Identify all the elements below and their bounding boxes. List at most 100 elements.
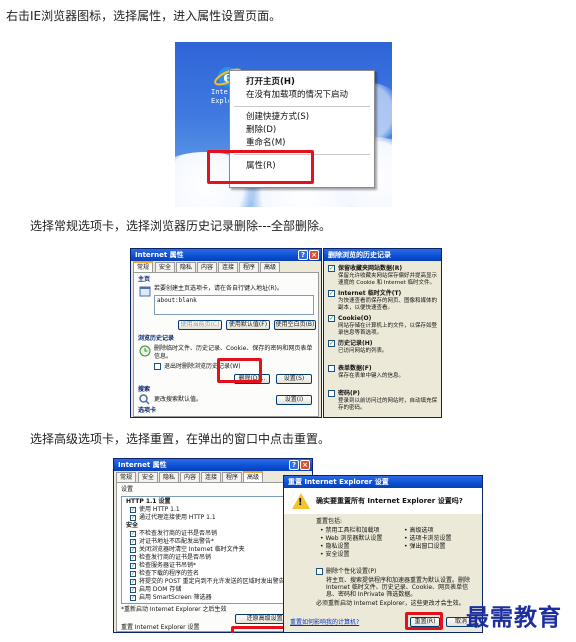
tree-option-checkbox[interactable]: ✓ xyxy=(130,539,136,545)
delete-dialog-title-bar: 删除浏览的历史记录 xyxy=(324,249,441,261)
tab-connections[interactable]: 连接 xyxy=(201,472,222,482)
menu-item-start-without-addons[interactable]: 在没有加载项的情况下启动 xyxy=(246,90,348,101)
tab-general[interactable]: 常规 xyxy=(116,472,137,482)
advanced-settings-tree[interactable]: HTTP 1.1 设置 ✓ 使用 HTTP 1.1 ✓ 通过代理连接使用 HTTP 1.… xyxy=(121,496,305,604)
tree-option-checkbox[interactable]: ✓ xyxy=(130,595,136,601)
tab-privacy[interactable]: 隐私 xyxy=(176,262,197,272)
tree-option-label: 检查下载的程序的签名 xyxy=(139,570,200,577)
delete-option-description: 网站存储在计算机上的文件，以保存如登录信息等首选项。 xyxy=(338,323,438,336)
tree-option-checkbox[interactable]: ✓ xyxy=(130,563,136,569)
search-group-label: 搜索 xyxy=(138,386,151,393)
delete-option-checkbox[interactable]: ✓ xyxy=(328,340,335,347)
reset-list-item: • Web 浏览器默认设置 xyxy=(320,535,383,542)
highlight-delete-button xyxy=(217,358,262,383)
delete-option-description: 为快速查看而保存的网页、图像和媒体的副本，以便快速查看。 xyxy=(338,298,438,311)
instruction-3: 选择高级选项卡，选择重置，在弹出的窗口中点击重置。 xyxy=(30,432,331,446)
delete-personal-description: 将主页、搜索提供程序和加速器重置为默认设置。删除 Internet 临时文件、历… xyxy=(326,577,471,598)
use-current-button[interactable]: 使用当前页(C) xyxy=(178,320,222,330)
delete-option-checkbox[interactable]: ✓ xyxy=(328,315,335,322)
highlight-properties xyxy=(207,150,314,184)
tab-programs[interactable]: 程序 xyxy=(239,262,260,272)
delete-personal-checkbox[interactable] xyxy=(316,568,323,575)
tree-option-label: 检查服务器证书吊销* xyxy=(139,562,197,569)
tree-option-label: 检查发行商的证书是否吊销 xyxy=(139,554,212,561)
history-settings-button[interactable]: 设置(S) xyxy=(276,374,312,384)
reset-list-item: • 禁用工具栏和加载项 xyxy=(320,527,380,534)
tab-content[interactable]: 内容 xyxy=(197,262,218,272)
reset-list-item: • 选项卡浏览设置 xyxy=(404,535,452,542)
delete-history-dialog: 删除浏览的历史记录 ✓ 保留收藏夹网站数据(R) 保留允许收藏夹网站保存偏好并提高显… xyxy=(323,248,442,418)
homepage-group-label: 主页 xyxy=(138,276,151,283)
delete-on-exit-checkbox[interactable] xyxy=(154,363,161,370)
delete-option-title: Cookie(O) xyxy=(338,315,372,322)
delete-option-title: 保留收藏夹网站数据(R) xyxy=(338,265,403,272)
close-icon[interactable]: × xyxy=(309,250,319,260)
tree-option-checkbox[interactable]: ✓ xyxy=(130,555,136,561)
reset-help-link[interactable]: 重置如何影响我的计算机? xyxy=(290,619,359,627)
use-default-button[interactable]: 使用默认值(F) xyxy=(226,320,270,330)
homepage-address-value: about:blank xyxy=(157,297,197,304)
delete-option-checkbox[interactable]: ✓ xyxy=(328,290,335,297)
delete-option-description: 保留允许收藏夹网站保存偏好并提高显示速度的 Cookie 和 Internet … xyxy=(338,273,438,286)
internet-options-dialog: Internet 属性 ? × 常规 安全 隐私 内容 连接 程序 高级 主页 … xyxy=(130,248,322,418)
tab-security[interactable]: 安全 xyxy=(138,472,159,482)
general-tab-screenshot: Internet 属性 ? × 常规 安全 隐私 内容 连接 程序 高级 主页 … xyxy=(130,248,442,418)
tab-advanced[interactable]: 高级 xyxy=(260,262,281,272)
reset-list-item: • 隐私设置 xyxy=(320,543,350,550)
history-icon xyxy=(139,345,151,357)
tree-option-checkbox[interactable]: ✓ xyxy=(130,547,136,553)
tree-option-label: 不检查发行商的证书是否吊销 xyxy=(139,530,218,537)
tab-content[interactable]: 内容 xyxy=(180,472,201,482)
tree-option-label: 对证书地址不匹配发出警告* xyxy=(139,538,215,545)
search-icon xyxy=(139,394,150,405)
menu-separator xyxy=(234,106,370,107)
tabs-group-label: 选项卡 xyxy=(138,407,157,414)
tab-advanced[interactable]: 高级 xyxy=(243,471,264,482)
delete-option-checkbox[interactable] xyxy=(328,365,335,372)
general-tab-panel: 主页 若要创建主页选项卡，请在各自行键入地址(R)。 about:blank 使… xyxy=(133,272,319,417)
advanced-dialog-title-bar: Internet 属性 ? × xyxy=(114,459,312,471)
reset-list-item: • 安全设置 xyxy=(320,551,350,558)
homepage-address-input[interactable]: about:blank xyxy=(154,295,314,315)
search-settings-button[interactable]: 设置(I) xyxy=(276,395,312,405)
menu-item-rename[interactable]: 重命名(M) xyxy=(246,138,285,149)
advanced-tab-panel: 设置 HTTP 1.1 设置 ✓ 使用 HTTP 1.1 ✓ 通过代理连接使用 HTTP… xyxy=(116,482,310,632)
settings-label: 设置 xyxy=(121,486,134,493)
tree-option-checkbox[interactable]: ✓ xyxy=(130,587,136,593)
restart-required-note: 必须重新启动 Internet Explorer，这些更改才会生效。 xyxy=(316,600,465,607)
menu-item-delete[interactable]: 删除(D) xyxy=(246,125,276,136)
tab-privacy[interactable]: 隐私 xyxy=(159,472,180,482)
delete-dialog-title: 删除浏览的历史记录 xyxy=(328,251,391,259)
reset-dialog-header: ! 确实要重置所有 Internet Explorer 设置吗? xyxy=(284,488,482,514)
use-blank-button[interactable]: 使用空白页(B) xyxy=(274,320,316,330)
tree-group-label: HTTP 1.1 设置 xyxy=(126,498,171,505)
tab-connections[interactable]: 连接 xyxy=(218,262,239,272)
advanced-dialog-title: Internet 属性 xyxy=(118,461,167,469)
menu-item-open-homepage[interactable]: 打开主页(H) xyxy=(246,77,295,88)
close-icon[interactable]: × xyxy=(300,460,310,470)
reset-includes-label: 重置包括: xyxy=(316,518,343,525)
reset-ie-dialog: 重置 Internet Explorer 设置 ! 确实要重置所有 Intern… xyxy=(283,475,483,633)
tree-option-checkbox[interactable]: ✓ xyxy=(130,507,136,513)
tree-option-checkbox[interactable]: ✓ xyxy=(130,531,136,537)
history-group-label: 浏览历史记录 xyxy=(138,335,175,342)
help-icon[interactable]: ? xyxy=(289,460,299,470)
tab-general[interactable]: 常规 xyxy=(133,261,154,272)
tab-security[interactable]: 安全 xyxy=(155,262,176,272)
delete-option-title: Internet 临时文件(T) xyxy=(338,290,402,297)
tree-option-checkbox[interactable]: ✓ xyxy=(130,515,136,521)
reset-dialog-title-bar: 重置 Internet Explorer 设置 xyxy=(284,476,482,488)
instruction-1: 右击IE浏览器图标，选择属性，进入属性设置页面。 xyxy=(6,9,282,23)
delete-option-title: 表单数据(F) xyxy=(338,365,372,372)
tree-option-checkbox[interactable]: ✓ xyxy=(130,579,136,585)
tab-programs[interactable]: 程序 xyxy=(222,472,243,482)
reset-dialog-title: 重置 Internet Explorer 设置 xyxy=(288,478,389,486)
help-icon[interactable]: ? xyxy=(298,250,308,260)
delete-option-checkbox[interactable]: ✓ xyxy=(328,265,335,272)
delete-option-checkbox[interactable] xyxy=(328,390,335,397)
tree-option-label: 使用 HTTP 1.1 xyxy=(139,506,180,513)
tree-option-checkbox[interactable]: ✓ xyxy=(130,571,136,577)
advanced-tab-screenshot: Internet 属性 ? × 常规 安全 隐私 内容 连接 程序 高级 设置 … xyxy=(113,458,483,633)
menu-item-create-shortcut[interactable]: 创建快捷方式(S) xyxy=(246,112,309,123)
reset-list-item: • 高级选项 xyxy=(404,527,434,534)
